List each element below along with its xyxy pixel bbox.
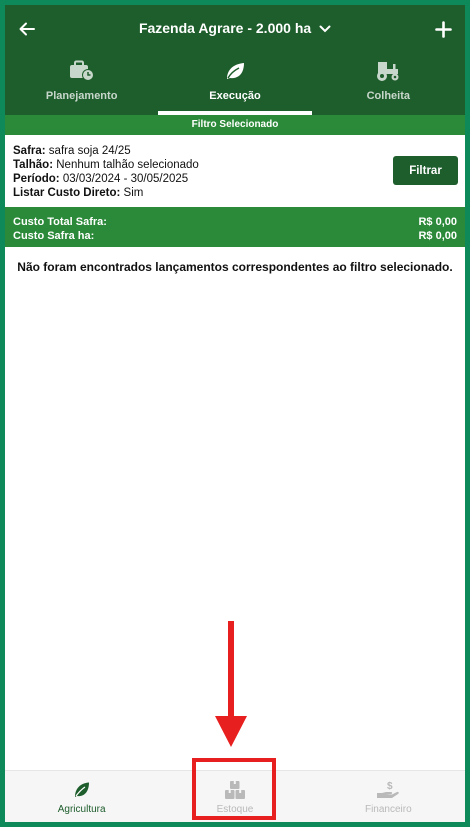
talhao-value: Nenhum talhão selecionado: [53, 159, 199, 171]
filter-summary: Safra: safra soja 24/25 Talhão: Nenhum t…: [5, 135, 465, 207]
filter-periodo: Período: 03/03/2024 - 30/05/2025: [13, 172, 199, 186]
safra-label: Safra:: [13, 145, 46, 157]
annotation-arrow-head: [215, 716, 247, 747]
tractor-icon: [377, 62, 399, 81]
farm-selector[interactable]: Fazenda Agrare - 2.000 ha: [5, 20, 465, 36]
annotation-highlight-box: [192, 758, 276, 820]
tab-label: Execução: [209, 90, 261, 102]
cost-ha-value: R$ 0,00: [418, 230, 457, 242]
cost-total-value: R$ 0,00: [418, 216, 457, 228]
periodo-label: Período:: [13, 173, 60, 185]
nav-label: Agricultura: [57, 804, 106, 815]
cost-ha-row: Custo Safra ha: R$ 0,00: [13, 230, 457, 242]
empty-state-message: Não foram encontrados lançamentos corres…: [17, 260, 453, 274]
leaf-icon: [74, 782, 89, 797]
tab-execucao[interactable]: Execução: [158, 53, 312, 115]
talhao-label: Talhão:: [13, 159, 54, 171]
nav-label: Financeiro: [364, 804, 412, 815]
filter-header: Filtro Selecionado: [5, 115, 465, 135]
cost-summary: Custo Total Safra: R$ 0,00 Custo Safra h…: [5, 207, 465, 247]
svg-text:$: $: [387, 781, 393, 792]
farm-title: Fazenda Agrare - 2.000 ha: [138, 20, 312, 36]
tab-label: Colheita: [366, 90, 411, 102]
annotation-arrow-shaft: [228, 621, 234, 721]
hand-money-icon: $: [377, 781, 400, 798]
section-tabs: Planejamento Execução Colheita: [5, 53, 465, 115]
title-row: Fazenda Agrare - 2.000 ha: [5, 5, 465, 53]
filter-talhao: Talhão: Nenhum talhão selecionado: [13, 158, 199, 172]
tab-colheita[interactable]: Colheita: [312, 53, 465, 115]
custo-direto-value: Sim: [120, 187, 144, 199]
cost-total-row: Custo Total Safra: R$ 0,00: [13, 216, 457, 228]
nav-agricultura[interactable]: Agricultura: [5, 771, 158, 822]
filter-button[interactable]: Filtrar: [393, 156, 458, 185]
leaf-icon: [226, 63, 244, 79]
top-app-bar: Fazenda Agrare - 2.000 ha Planejamento E…: [5, 5, 465, 115]
tab-label: Planejamento: [45, 90, 118, 102]
filter-safra: Safra: safra soja 24/25: [13, 144, 199, 158]
app-screen: Fazenda Agrare - 2.000 ha Planejamento E…: [5, 5, 465, 822]
chevron-down-icon: [319, 25, 331, 33]
tab-planejamento[interactable]: Planejamento: [5, 53, 158, 115]
filter-header-title: Filtro Selecionado: [191, 119, 279, 130]
custo-direto-label: Listar Custo Direto:: [13, 187, 121, 199]
briefcase-clock-icon: [69, 60, 94, 81]
cost-ha-label: Custo Safra ha:: [13, 230, 95, 242]
filter-custo-direto: Listar Custo Direto: Sim: [13, 186, 199, 200]
safra-value: safra soja 24/25: [45, 145, 131, 157]
periodo-value: 03/03/2024 - 30/05/2025: [59, 173, 189, 185]
add-button[interactable]: [431, 17, 455, 41]
plus-icon: [434, 20, 452, 38]
cost-total-label: Custo Total Safra:: [13, 216, 107, 228]
nav-financeiro[interactable]: $ Financeiro: [312, 771, 465, 822]
